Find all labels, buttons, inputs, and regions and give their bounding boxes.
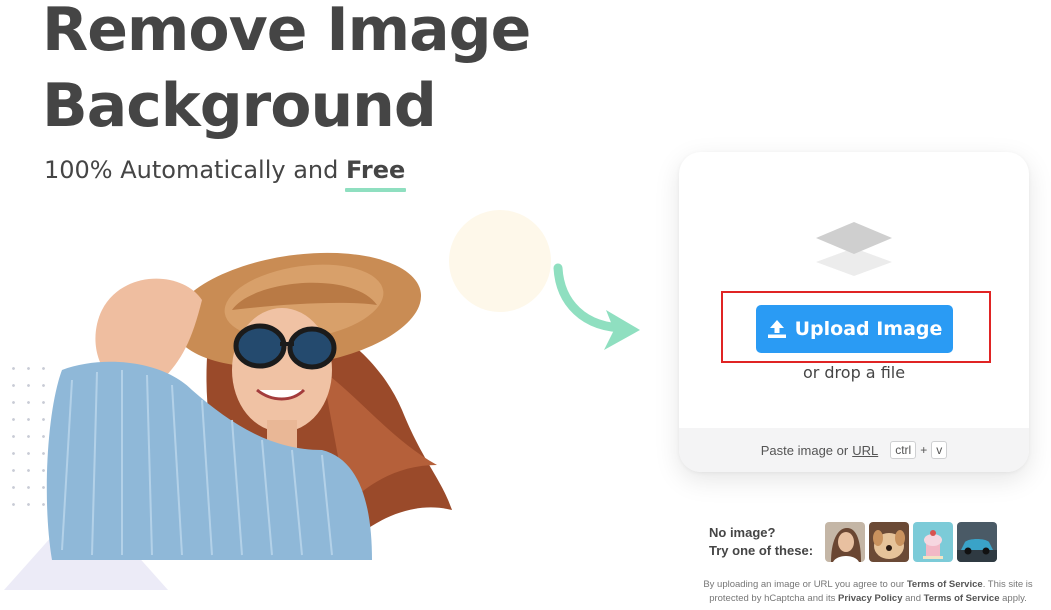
subtitle-text: 100% Automatically and <box>44 156 339 184</box>
sample-thumb-woman[interactable] <box>825 522 865 562</box>
legal-text-1: By uploading an image or URL you agree t… <box>703 579 905 590</box>
terms-of-service-link-2[interactable]: Terms of Service <box>924 593 1000 604</box>
decorative-circle <box>449 210 551 312</box>
legal-text-3: and <box>905 593 921 604</box>
hero-image <box>46 252 452 560</box>
sample-thumb-cake[interactable] <box>913 522 953 562</box>
paste-bar: Paste image or URL ctrl + v <box>679 428 1029 472</box>
sample-thumb-car[interactable] <box>957 522 997 562</box>
key-v: v <box>931 441 948 459</box>
legal-notice: By uploading an image or URL you agree t… <box>690 578 1046 606</box>
sample-thumb-dog[interactable] <box>869 522 909 562</box>
samples-line-2: Try one of these: <box>709 543 814 558</box>
legal-text-4: apply. <box>1002 593 1027 604</box>
upload-button-label: Upload Image <box>794 318 943 340</box>
samples-line-1: No image? <box>709 525 776 540</box>
layers-icon <box>816 222 892 276</box>
upload-image-button[interactable]: Upload Image <box>756 305 953 353</box>
key-ctrl: ctrl <box>890 441 917 459</box>
terms-of-service-link[interactable]: Terms of Service <box>907 579 983 590</box>
title-line-2: Background <box>42 71 437 141</box>
url-link[interactable]: URL <box>852 443 878 458</box>
page-title: Remove Image Background <box>42 0 531 144</box>
upload-icon <box>767 320 786 338</box>
upload-card[interactable]: Upload Image or drop a file Paste image … <box>679 152 1029 472</box>
paste-text: Paste image or <box>760 442 849 458</box>
key-plus: + <box>920 443 928 457</box>
title-line-1: Remove Image <box>42 0 531 65</box>
decorative-dots <box>6 360 46 510</box>
privacy-policy-link[interactable]: Privacy Policy <box>838 593 902 604</box>
curved-arrow-icon <box>553 263 640 350</box>
drop-file-text: or drop a file <box>802 363 906 382</box>
subtitle-free: Free <box>344 156 407 192</box>
samples-label: No image? Try one of these: <box>709 524 813 560</box>
page-subtitle: 100% Automatically and Free <box>44 156 407 192</box>
